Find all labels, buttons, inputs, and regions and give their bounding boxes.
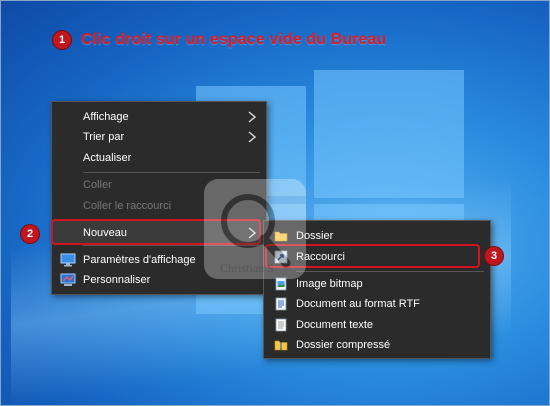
menu-item-label: Paramètres d'affichage [83, 254, 196, 266]
step-badge-1: 1 [53, 31, 71, 49]
bitmap-icon [275, 277, 287, 291]
menu-item-trier-par[interactable]: Trier par [52, 127, 266, 147]
text-document-icon [275, 318, 287, 332]
step-badge-3: 3 [485, 247, 503, 265]
instruction-text: Clic droit sur un espace vide du Bureau [81, 31, 387, 48]
watermark-text: Christian S [220, 261, 274, 275]
rtf-document-icon [275, 297, 287, 311]
menu-separator [296, 271, 484, 272]
submenu-item-document-rtf[interactable]: Document au format RTF [264, 294, 490, 314]
menu-item-label: Trier par [83, 131, 125, 143]
menu-item-label: Affichage [83, 111, 129, 123]
menu-item-label: Coller [83, 179, 112, 191]
menu-item-label: Coller le raccourci [83, 200, 172, 212]
submenu-item-label: Document texte [296, 319, 374, 331]
menu-item-affichage[interactable]: Affichage [52, 107, 266, 127]
menu-item-label: Personnaliser [83, 274, 151, 286]
submenu-item-label: Dossier compressé [296, 339, 391, 351]
submenu-item-label: Image bitmap [296, 278, 363, 290]
step-badge-2: 2 [21, 225, 39, 243]
menu-item-label: Actualiser [83, 152, 132, 164]
submenu-item-document-texte[interactable]: Document texte [264, 315, 490, 335]
submenu-item-dossier-compresse[interactable]: Dossier compressé [264, 335, 490, 355]
submenu-item-label: Document au format RTF [296, 298, 420, 310]
display-settings-icon [60, 253, 76, 267]
chevron-right-icon [248, 111, 257, 123]
personalize-icon [60, 273, 76, 286]
instruction-banner: 1 Clic droit sur un espace vide du Burea… [53, 31, 386, 49]
zip-folder-icon [274, 340, 288, 351]
chevron-right-icon [248, 131, 257, 143]
menu-separator [83, 172, 260, 173]
menu-item-actualiser[interactable]: Actualiser [52, 148, 266, 168]
desktop[interactable]: 1 Clic droit sur un espace vide du Burea… [0, 0, 550, 406]
